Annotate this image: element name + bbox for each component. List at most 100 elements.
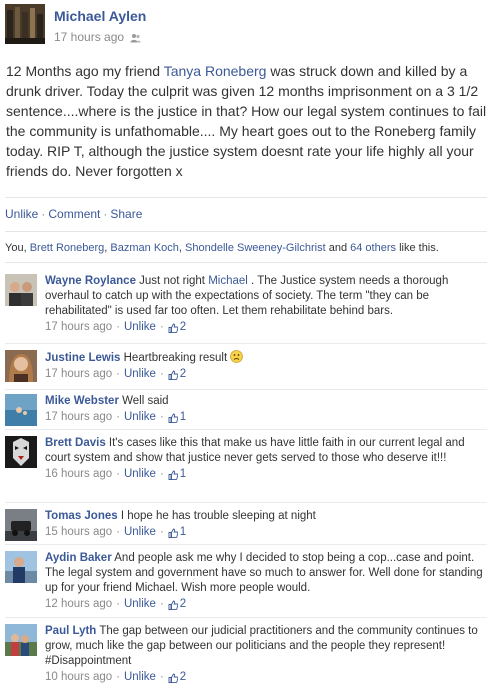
commenter-avatar[interactable] [5, 624, 37, 656]
divider [5, 389, 487, 390]
comment-meta: 16 hours ago · Unlike · 1 [45, 467, 187, 482]
divider [5, 231, 487, 232]
post-author-name[interactable]: Michael Aylen [54, 8, 146, 24]
comment-like-number: 2 [179, 598, 187, 610]
commenter-name[interactable]: Justine Lewis [45, 352, 120, 364]
comment-like-number: 2 [179, 368, 187, 380]
liker-link[interactable]: Shondelle Sweeney-Gilchrist [185, 242, 326, 254]
separator-dot: · [103, 207, 108, 221]
commenter-name[interactable]: Tomas Jones [45, 510, 118, 522]
comment-like-count[interactable]: 2 [168, 367, 186, 382]
likes-summary: You, Brett Roneberg, Bazman Koch, Shonde… [5, 242, 439, 254]
thumbs-up-icon [168, 528, 178, 538]
likes-and: and [325, 242, 351, 254]
thumbs-up-icon [168, 673, 178, 683]
commenter-avatar[interactable] [5, 394, 37, 426]
comment-meta: 15 hours ago · Unlike · 1 [45, 525, 187, 540]
comment-text: It's cases like this that make us have l… [45, 437, 465, 464]
comment-text: The gap between our judicial practitione… [45, 625, 478, 667]
post-body-text-start: 12 Months ago my friend [6, 63, 164, 79]
likes-suffix: like this. [396, 242, 439, 254]
divider [5, 197, 487, 198]
divider [5, 502, 487, 503]
divider [5, 544, 487, 545]
divider [5, 343, 487, 344]
comment-unlike-button[interactable]: Unlike [124, 367, 156, 382]
liker-link[interactable]: Brett Roneberg [30, 242, 105, 254]
likes-prefix: You, [5, 242, 30, 254]
comment-time[interactable]: 17 hours ago [45, 320, 112, 335]
comment-text: Heartbreaking result [120, 352, 231, 364]
commenter-avatar[interactable] [5, 509, 37, 541]
share-button[interactable]: Share [110, 207, 142, 221]
comment-like-count[interactable]: 2 [168, 670, 186, 685]
thumbs-up-icon [168, 370, 178, 380]
comment-meta: 12 hours ago · Unlike · 2 [45, 597, 187, 612]
friends-audience-icon[interactable] [130, 32, 141, 43]
comment-like-count[interactable]: 2 [168, 320, 186, 335]
commenter-avatar[interactable] [5, 436, 37, 468]
comment-like-number: 2 [179, 321, 187, 333]
comment-like-number: 1 [179, 411, 187, 423]
commenter-name[interactable]: Aydin Baker [45, 552, 112, 564]
likes-others-link[interactable]: 64 others [350, 242, 396, 254]
comment-time[interactable]: 16 hours ago [45, 467, 112, 482]
liker-link[interactable]: Bazman Koch [110, 242, 178, 254]
divider [5, 617, 487, 618]
comment-body: Justine Lewis Heartbreaking result 17 ho… [45, 350, 487, 382]
author-avatar[interactable] [5, 4, 45, 44]
post-actions: Unlike · Comment · Share [5, 207, 142, 221]
thumbs-up-icon [168, 413, 178, 423]
thumbs-up-icon [168, 470, 178, 480]
comment-time[interactable]: 17 hours ago [45, 410, 112, 425]
comment-unlike-button[interactable]: Unlike [124, 597, 156, 612]
thumbs-up-icon [168, 600, 178, 610]
separator-dot: · [41, 207, 46, 221]
comment-unlike-button[interactable]: Unlike [124, 410, 156, 425]
comment-meta: 17 hours ago · Unlike · 2 [45, 320, 187, 335]
comment-time[interactable]: 17 hours ago [45, 367, 112, 382]
post-meta: 17 hours ago [54, 30, 141, 44]
commenter-name[interactable]: Paul Lyth [45, 625, 96, 637]
thumbs-up-icon [168, 323, 178, 333]
commenter-avatar[interactable] [5, 551, 37, 583]
post-body-text-end: was struck down and killed by a drunk dr… [6, 63, 487, 179]
comment-body: Mike Webster Well said 17 hours ago · Unli… [45, 394, 487, 425]
comment-button[interactable]: Comment [48, 207, 100, 221]
commenter-name[interactable]: Brett Davis [45, 437, 106, 449]
comment-body: Wayne Roylance Just not right Michael . … [45, 274, 487, 335]
comment-unlike-button[interactable]: Unlike [124, 670, 156, 685]
comment-body: Tomas Jones I hope he has trouble sleepi… [45, 509, 487, 540]
tagged-friend-link[interactable]: Tanya Roneberg [164, 63, 267, 79]
comment-like-count[interactable]: 2 [168, 597, 186, 612]
comment-like-count[interactable]: 1 [168, 525, 186, 540]
post-timestamp[interactable]: 17 hours ago [54, 30, 124, 44]
divider [5, 429, 487, 430]
comment-like-count[interactable]: 1 [168, 410, 186, 425]
comment-unlike-button[interactable]: Unlike [124, 525, 156, 540]
post-header: Michael Aylen 17 hours ago [5, 4, 487, 44]
comment-time[interactable]: 12 hours ago [45, 597, 112, 612]
comment-like-number: 1 [179, 526, 187, 538]
commenter-name[interactable]: Wayne Roylance [45, 275, 136, 287]
comment-unlike-button[interactable]: Unlike [124, 467, 156, 482]
comment-mention-link[interactable]: Michael [208, 275, 248, 287]
comment-like-count[interactable]: 1 [168, 467, 186, 482]
comment-text: I hope he has trouble sleeping at night [117, 510, 316, 522]
commenter-avatar[interactable] [5, 350, 37, 382]
comment-unlike-button[interactable]: Unlike [124, 320, 156, 335]
comment-text: Well said [118, 395, 169, 407]
commenter-name[interactable]: Mike Webster [45, 395, 119, 407]
comment-time[interactable]: 15 hours ago [45, 525, 112, 540]
commenter-avatar[interactable] [5, 274, 37, 306]
comment-body: Aydin Baker And people ask me why I deci… [45, 551, 487, 612]
comment-meta: 17 hours ago · Unlike · 1 [45, 410, 187, 425]
divider [5, 262, 487, 263]
post-body: 12 Months ago my friend Tanya Roneberg w… [6, 61, 488, 181]
comment-meta: 10 hours ago · Unlike · 2 [45, 670, 187, 685]
comment-text: Just not right [135, 275, 209, 287]
comment-time[interactable]: 10 hours ago [45, 670, 112, 685]
unlike-button[interactable]: Unlike [5, 207, 38, 221]
sad-face-icon [230, 350, 244, 363]
comment-body: Paul Lyth The gap between our judicial p… [45, 624, 487, 685]
